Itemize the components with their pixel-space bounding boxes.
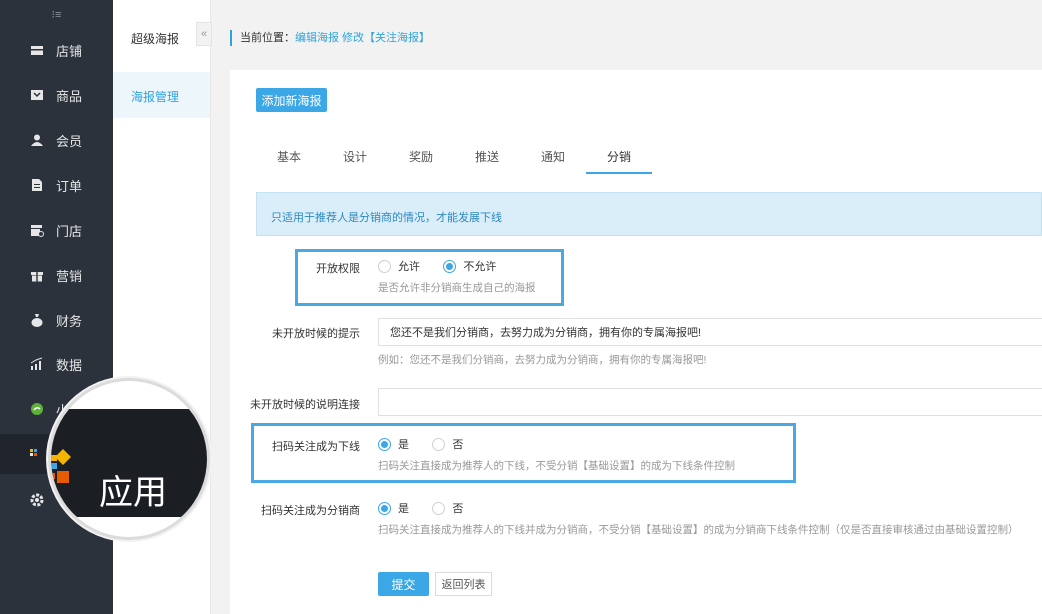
order-icon: [30, 178, 44, 192]
breadcrumb-prefix: 当前位置：: [240, 32, 295, 44]
goods-icon: [30, 88, 44, 102]
tab-push[interactable]: 推送: [454, 144, 520, 174]
field-help: 扫码关注直接成为推荐人的下线并成为分销商，不受分销【基础设置】的成为分销商下线条…: [378, 524, 1019, 536]
sidebar-item-goods[interactable]: 商品: [0, 75, 113, 115]
tab-notify[interactable]: 通知: [520, 144, 586, 174]
sidebar-item-store[interactable]: 店铺: [0, 30, 113, 70]
radio-no[interactable]: 否: [432, 500, 463, 516]
main-panel: 添加新海报 基本 设计 奖励 推送 通知 分销 只适用于推荐人是分销商的情况，才…: [230, 70, 1042, 614]
sidebar-item-label: 订单: [56, 178, 83, 194]
tab-distribution[interactable]: 分销: [586, 144, 652, 174]
field-help: 例如：您还不是我们分销商，去努力成为分销商，拥有你的专属海报吧!: [378, 354, 707, 366]
gift-icon: [30, 268, 44, 282]
back-to-list-button[interactable]: 返回列表: [435, 572, 492, 596]
closed-link-input[interactable]: [378, 388, 1042, 416]
closed-tip-input[interactable]: [378, 318, 1042, 346]
member-icon: [30, 133, 44, 147]
info-notice: 只适用于推荐人是分销商的情况，才能发展下线: [256, 192, 1042, 236]
breadcrumb-link[interactable]: 编辑海报 修改【关注海报】: [295, 32, 430, 44]
tab-design[interactable]: 设计: [322, 144, 388, 174]
radio-yes[interactable]: 是: [378, 500, 409, 516]
sidebar-item-member[interactable]: 会员: [0, 120, 113, 160]
highlight-box-scan-downline: [251, 423, 796, 483]
subnav-item-poster-management[interactable]: 海报管理: [113, 72, 210, 118]
sidebar-item-label: 财务: [56, 313, 83, 329]
radio-label: 是: [398, 503, 409, 515]
sidebar-item-label: 会员: [56, 133, 83, 149]
radio-on-icon: [378, 501, 391, 515]
gear-icon: [30, 493, 44, 507]
apps-icon: [30, 447, 44, 461]
field-label: 扫码关注成为分销商: [261, 505, 360, 517]
sidebar-item-marketing[interactable]: 营销: [0, 255, 113, 295]
apps-icon: [51, 449, 71, 483]
store-icon: [30, 43, 44, 57]
sidebar-item-label: 门店: [56, 223, 83, 239]
sidebar-item-label: 数据: [56, 357, 83, 373]
sidebar-item-label: 营销: [56, 268, 83, 284]
miniprogram-icon: [30, 402, 44, 416]
sidebar-item-order[interactable]: 订单: [0, 165, 113, 205]
tab-basic[interactable]: 基本: [256, 144, 322, 174]
sidebar-item-label: 商品: [56, 88, 83, 104]
radio-off-icon: [432, 501, 446, 515]
chart-icon: [30, 357, 44, 371]
sidebar-item-shop[interactable]: 门店: [0, 210, 113, 250]
sidebar-item-finance[interactable]: 财务: [0, 300, 113, 340]
tab-bar: 基本 设计 奖励 推送 通知 分销: [256, 144, 1042, 174]
add-poster-button[interactable]: 添加新海报: [256, 88, 327, 112]
radio-label: 否: [452, 503, 464, 515]
collapse-sidebar-icon[interactable]: «: [196, 22, 212, 46]
tab-reward[interactable]: 奖励: [388, 144, 454, 174]
field-label: 未开放时候的提示: [272, 328, 360, 340]
submit-button[interactable]: 提交: [378, 572, 429, 596]
sidebar-toggle-icon[interactable]: ⁝≡: [0, 0, 113, 28]
money-bag-icon: [30, 313, 44, 327]
sidebar-item-label: 店铺: [56, 43, 83, 59]
scan-distributor-radios: 是 否: [378, 500, 483, 518]
magnifier-band: 应用: [51, 409, 207, 517]
magnified-apps-label: 应用: [99, 473, 167, 513]
shop-icon: [30, 223, 44, 237]
field-label: 未开放时候的说明连接: [250, 399, 360, 411]
breadcrumb: 当前位置：编辑海报 修改【关注海报】: [230, 30, 430, 46]
magnifier-callout: 应用: [48, 378, 210, 540]
highlight-box-open-permission: [295, 249, 564, 306]
sidebar-item-data[interactable]: 数据: [0, 344, 113, 384]
